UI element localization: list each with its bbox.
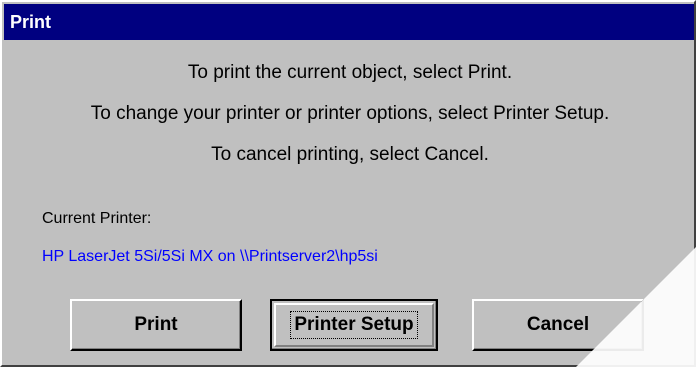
- corner-fold-watermark: [576, 247, 696, 367]
- printer-setup-button[interactable]: Printer Setup: [270, 299, 438, 351]
- current-printer-label: Current Printer:: [42, 210, 152, 227]
- print-button[interactable]: Print: [70, 299, 242, 351]
- instruction-cancel: To cancel printing, select Cancel.: [211, 144, 489, 165]
- print-button-label: Print: [134, 314, 178, 335]
- dialog-title: Print: [4, 4, 694, 40]
- current-printer-name: HP LaserJet 5Si/5Si MX on \\Printserver2…: [42, 248, 378, 265]
- printer-setup-button-label: Printer Setup: [290, 311, 418, 339]
- instruction-printer-setup: To change your printer or printer option…: [90, 103, 610, 124]
- instruction-print: To print the current object, select Prin…: [187, 62, 513, 83]
